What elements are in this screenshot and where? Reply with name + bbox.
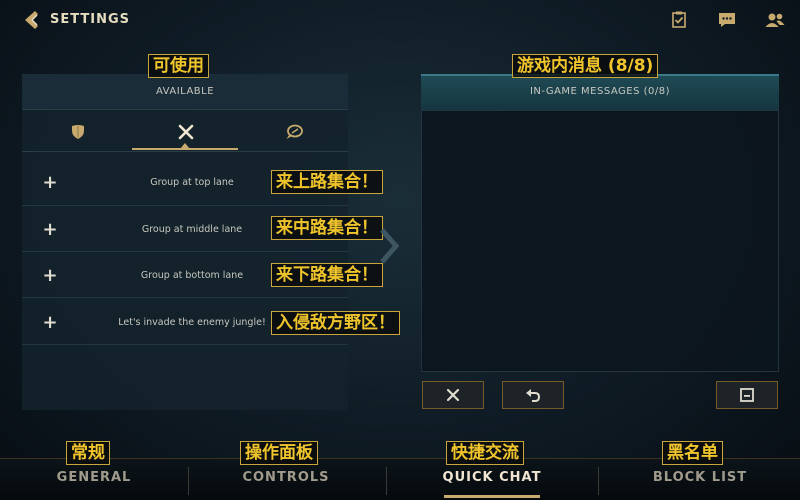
available-title: AVAILABLE bbox=[155, 86, 215, 97]
nav-divider bbox=[598, 467, 599, 495]
friends-icon bbox=[765, 13, 785, 27]
page-title: SETTINGS bbox=[50, 12, 131, 27]
chat-button[interactable] bbox=[716, 10, 738, 30]
tab-quick-chat[interactable]: QUICK CHAT bbox=[424, 470, 560, 485]
chat-bubble-icon bbox=[286, 124, 303, 139]
nav-divider bbox=[386, 467, 387, 495]
save-icon bbox=[740, 388, 754, 402]
transfer-arrow-icon bbox=[380, 228, 400, 264]
missions-icon bbox=[672, 11, 686, 28]
list-item-cn: 来上路集合！ bbox=[271, 170, 383, 194]
crossed-swords-icon bbox=[178, 124, 194, 140]
nav-block-list-cn: 黑名单 bbox=[662, 441, 723, 465]
nav-general-cn: 常规 bbox=[66, 441, 110, 465]
tab-controls[interactable]: CONTROLS bbox=[226, 470, 346, 485]
messages-list[interactable] bbox=[421, 110, 779, 372]
messages-title: IN-GAME MESSAGES (0/8) bbox=[529, 86, 671, 97]
nav-controls-cn: 操作面板 bbox=[240, 441, 318, 465]
save-button[interactable] bbox=[716, 381, 778, 409]
list-item-cn: 来中路集合！ bbox=[271, 216, 383, 240]
tab-chat[interactable] bbox=[240, 112, 348, 152]
caret-up-icon bbox=[180, 143, 190, 149]
back-button[interactable] bbox=[20, 8, 44, 32]
messages-title-cn: 游戏内消息 (8/8) bbox=[512, 54, 659, 78]
nav-divider bbox=[188, 467, 189, 495]
chat-icon bbox=[719, 13, 735, 27]
add-icon[interactable]: + bbox=[40, 172, 60, 193]
nav-quick-chat-cn: 快捷交流 bbox=[446, 441, 524, 465]
add-icon[interactable]: + bbox=[40, 312, 60, 333]
shield-icon bbox=[72, 125, 84, 139]
undo-icon bbox=[526, 389, 541, 402]
tab-general[interactable]: GENERAL bbox=[40, 470, 148, 485]
active-nav-indicator bbox=[444, 495, 540, 498]
close-icon bbox=[447, 389, 459, 401]
add-icon[interactable]: + bbox=[40, 219, 60, 240]
friends-button[interactable] bbox=[764, 10, 786, 30]
list-item-cn: 来下路集合！ bbox=[271, 263, 383, 287]
tab-defense[interactable] bbox=[24, 112, 132, 152]
tab-block-list[interactable]: BLOCK LIST bbox=[636, 470, 764, 485]
available-title-cn: 可使用 bbox=[148, 54, 209, 78]
remove-button[interactable] bbox=[422, 381, 484, 409]
undo-button[interactable] bbox=[502, 381, 564, 409]
list-item-cn: 入侵敌方野区！ bbox=[271, 311, 400, 335]
back-chevron-icon bbox=[25, 11, 38, 29]
missions-button[interactable] bbox=[668, 10, 690, 30]
add-icon[interactable]: + bbox=[40, 265, 60, 286]
